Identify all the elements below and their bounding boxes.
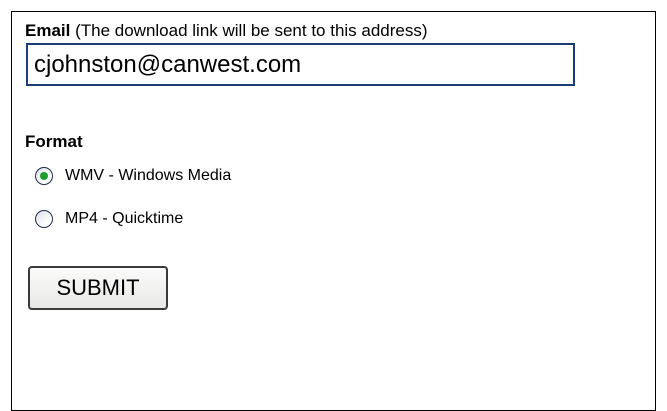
- format-option-mp4[interactable]: MP4 - Quicktime: [35, 210, 183, 228]
- format-label: Format: [25, 132, 83, 151]
- format-option-wmv-label: WMV - Windows Media: [65, 167, 232, 184]
- format-option-mp4-label: MP4 - Quicktime: [65, 210, 184, 227]
- email-label: Email (The download link will be sent to…: [25, 21, 428, 41]
- email-label-note: (The download link will be sent to this …: [70, 21, 428, 40]
- format-option-wmv[interactable]: WMV - Windows Media: [35, 167, 231, 185]
- radio-unselected-icon[interactable]: [35, 210, 53, 228]
- radio-selected-icon[interactable]: [35, 167, 53, 185]
- email-label-title: Email: [25, 21, 71, 40]
- radio-dot: [40, 172, 48, 180]
- submit-button[interactable]: SUBMIT: [28, 266, 168, 310]
- email-field[interactable]: [26, 43, 575, 86]
